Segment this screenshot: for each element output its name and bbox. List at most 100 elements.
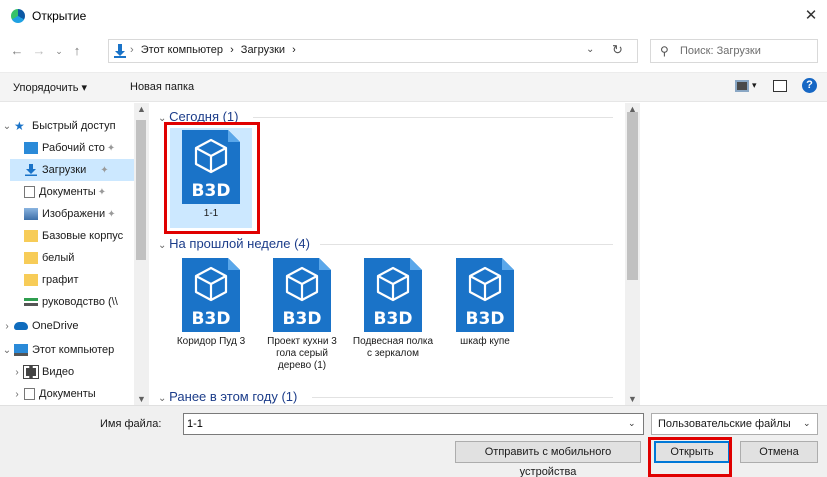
- file-item-1-1[interactable]: B3D 1-1: [170, 128, 252, 228]
- group-header-last-week[interactable]: ⌄ На прошлой неделе (4): [158, 236, 310, 251]
- nav-label: Быстрый доступ: [32, 120, 116, 132]
- desktop-icon: [24, 142, 38, 154]
- recent-locations-chevron-icon[interactable]: ⌄: [50, 41, 68, 61]
- help-icon[interactable]: ?: [802, 78, 817, 93]
- nav-item-white[interactable]: белый: [10, 247, 150, 269]
- highlight-box-open: [648, 437, 732, 477]
- nav-item-base-cases[interactable]: Базовые корпус: [10, 225, 150, 247]
- network-drive-icon: [24, 298, 38, 306]
- file-list-scroll-thumb[interactable]: [627, 112, 638, 280]
- breadcrumb-downloads[interactable]: Загрузки: [241, 44, 285, 56]
- folder-icon: [24, 252, 38, 264]
- breadcrumb-this-pc[interactable]: Этот компьютер: [141, 44, 223, 56]
- filename-input[interactable]: [183, 413, 644, 435]
- nav-item-documents[interactable]: Документы ✦: [10, 181, 150, 203]
- b3d-file-icon: B3D: [178, 128, 244, 206]
- nav-item-pictures[interactable]: Изображени ✦: [10, 203, 150, 225]
- scroll-down-arrow-icon[interactable]: ▼: [137, 394, 146, 404]
- pin-icon: ✦: [97, 186, 107, 198]
- expand-chevron-icon[interactable]: ›: [10, 367, 24, 378]
- command-toolbar: [0, 72, 827, 102]
- forward-arrow-icon[interactable]: →: [30, 41, 48, 61]
- svg-text:B3D: B3D: [283, 309, 322, 329]
- file-label: Проект кухни 3 гола серый дерево (1): [267, 336, 337, 371]
- nav-item-quick-access[interactable]: ⌄ ★ Быстрый доступ: [0, 115, 150, 137]
- nav-label: Рабочий сто: [42, 142, 105, 154]
- nav-label: Загрузки: [42, 164, 87, 176]
- group-header-label: На прошлой неделе (4): [169, 236, 310, 251]
- pictures-icon: [24, 208, 38, 220]
- filename-label: Имя файла:: [100, 418, 162, 430]
- nav-label: белый: [42, 252, 75, 264]
- document-icon: [24, 388, 35, 400]
- up-arrow-icon[interactable]: ↑: [68, 41, 86, 61]
- computer-icon: [14, 344, 28, 356]
- expand-chevron-icon[interactable]: ›: [10, 389, 24, 400]
- nav-label: Изображени: [42, 208, 106, 220]
- window-title: Открытие: [32, 9, 87, 23]
- b3d-file-icon: B3D: [360, 256, 426, 334]
- filename-dropdown-icon[interactable]: ⌄: [628, 418, 636, 429]
- collapse-chevron-icon[interactable]: ⌄: [0, 121, 14, 132]
- svg-text:B3D: B3D: [192, 181, 231, 201]
- address-dropdown-icon[interactable]: ⌄: [586, 44, 594, 55]
- close-button[interactable]: ✕: [800, 5, 822, 27]
- b3d-file-icon: B3D: [269, 256, 335, 334]
- file-item-kitchen[interactable]: B3D Проект кухни 3 гола серый дерево (1): [261, 256, 343, 372]
- collapse-chevron-icon[interactable]: ⌄: [0, 345, 14, 356]
- filter-dropdown-icon[interactable]: ⌄: [803, 418, 811, 429]
- nav-item-onedrive[interactable]: › OneDrive: [0, 315, 150, 337]
- nav-label: руководство (\\: [42, 296, 118, 308]
- send-from-mobile-button[interactable]: Отправить с мобильного устройства: [455, 441, 641, 477]
- document-icon: [24, 186, 35, 198]
- file-type-filter[interactable]: Пользовательские файлы: [651, 413, 818, 435]
- breadcrumb-separator[interactable]: ›: [292, 44, 296, 56]
- file-item-wardrobe[interactable]: B3D шкаф купе: [444, 256, 526, 348]
- group-header-label: Ранее в этом году (1): [169, 389, 298, 404]
- scroll-up-arrow-icon[interactable]: ▲: [137, 104, 146, 114]
- scroll-down-arrow-icon[interactable]: ▼: [628, 394, 637, 404]
- pin-icon: ✦: [100, 164, 109, 176]
- edge-app-icon: [11, 9, 25, 23]
- nav-item-documents-pc[interactable]: › Документы: [10, 383, 150, 405]
- search-placeholder: Поиск: Загрузки: [680, 45, 761, 57]
- downloads-folder-icon: [114, 44, 126, 58]
- group-header-earlier-this-year[interactable]: ⌄ Ранее в этом году (1): [158, 389, 297, 404]
- navigation-pane: ⌄ ★ Быстрый доступ Рабочий сто ✦ Загрузк…: [0, 103, 150, 405]
- nav-item-desktop[interactable]: Рабочий сто ✦: [10, 137, 150, 159]
- nav-label: Видео: [42, 366, 75, 378]
- preview-pane-icon[interactable]: [773, 80, 787, 92]
- b3d-file-icon: B3D: [452, 256, 518, 334]
- nav-item-graphite[interactable]: графит: [10, 269, 150, 291]
- file-item-corridor[interactable]: B3D Коридор Пуд 3: [170, 256, 252, 348]
- nav-item-downloads[interactable]: Загрузки ✦: [10, 159, 134, 181]
- nav-label: Базовые корпус: [42, 230, 124, 242]
- svg-text:B3D: B3D: [192, 309, 231, 329]
- cancel-button[interactable]: Отмена: [740, 441, 818, 463]
- title-bar: [0, 0, 827, 32]
- organize-button[interactable]: Упорядочить ▾: [13, 81, 87, 94]
- b3d-file-icon: B3D: [178, 256, 244, 334]
- breadcrumb-separator[interactable]: ›: [230, 44, 234, 56]
- svg-text:B3D: B3D: [466, 309, 505, 329]
- preview-pane: [640, 103, 827, 405]
- pin-icon: ✦: [106, 142, 116, 154]
- nav-label: Этот компьютер: [32, 344, 115, 356]
- file-item-shelf[interactable]: B3D Подвесная полка с зеркалом: [352, 256, 434, 360]
- nav-item-videos[interactable]: › Видео: [10, 361, 150, 383]
- view-options-chevron-icon[interactable]: ▾: [752, 80, 757, 91]
- nav-item-this-pc[interactable]: ⌄ Этот компьютер: [0, 339, 150, 361]
- refresh-icon[interactable]: ↻: [612, 42, 623, 58]
- new-folder-button[interactable]: Новая папка: [130, 81, 194, 93]
- star-icon: ★: [14, 119, 25, 133]
- change-view-icon[interactable]: [735, 80, 749, 92]
- folder-icon: [24, 230, 38, 242]
- downloads-icon: [24, 164, 38, 176]
- nav-item-network-drive[interactable]: руководство (\\: [10, 291, 150, 313]
- scroll-up-arrow-icon[interactable]: ▲: [628, 104, 637, 114]
- file-label: Подвесная полка с зеркалом: [352, 336, 434, 359]
- group-divider: [320, 244, 613, 245]
- expand-chevron-icon[interactable]: ›: [0, 321, 14, 332]
- nav-pane-scroll-thumb[interactable]: [136, 120, 146, 260]
- back-arrow-icon[interactable]: ←: [8, 41, 26, 61]
